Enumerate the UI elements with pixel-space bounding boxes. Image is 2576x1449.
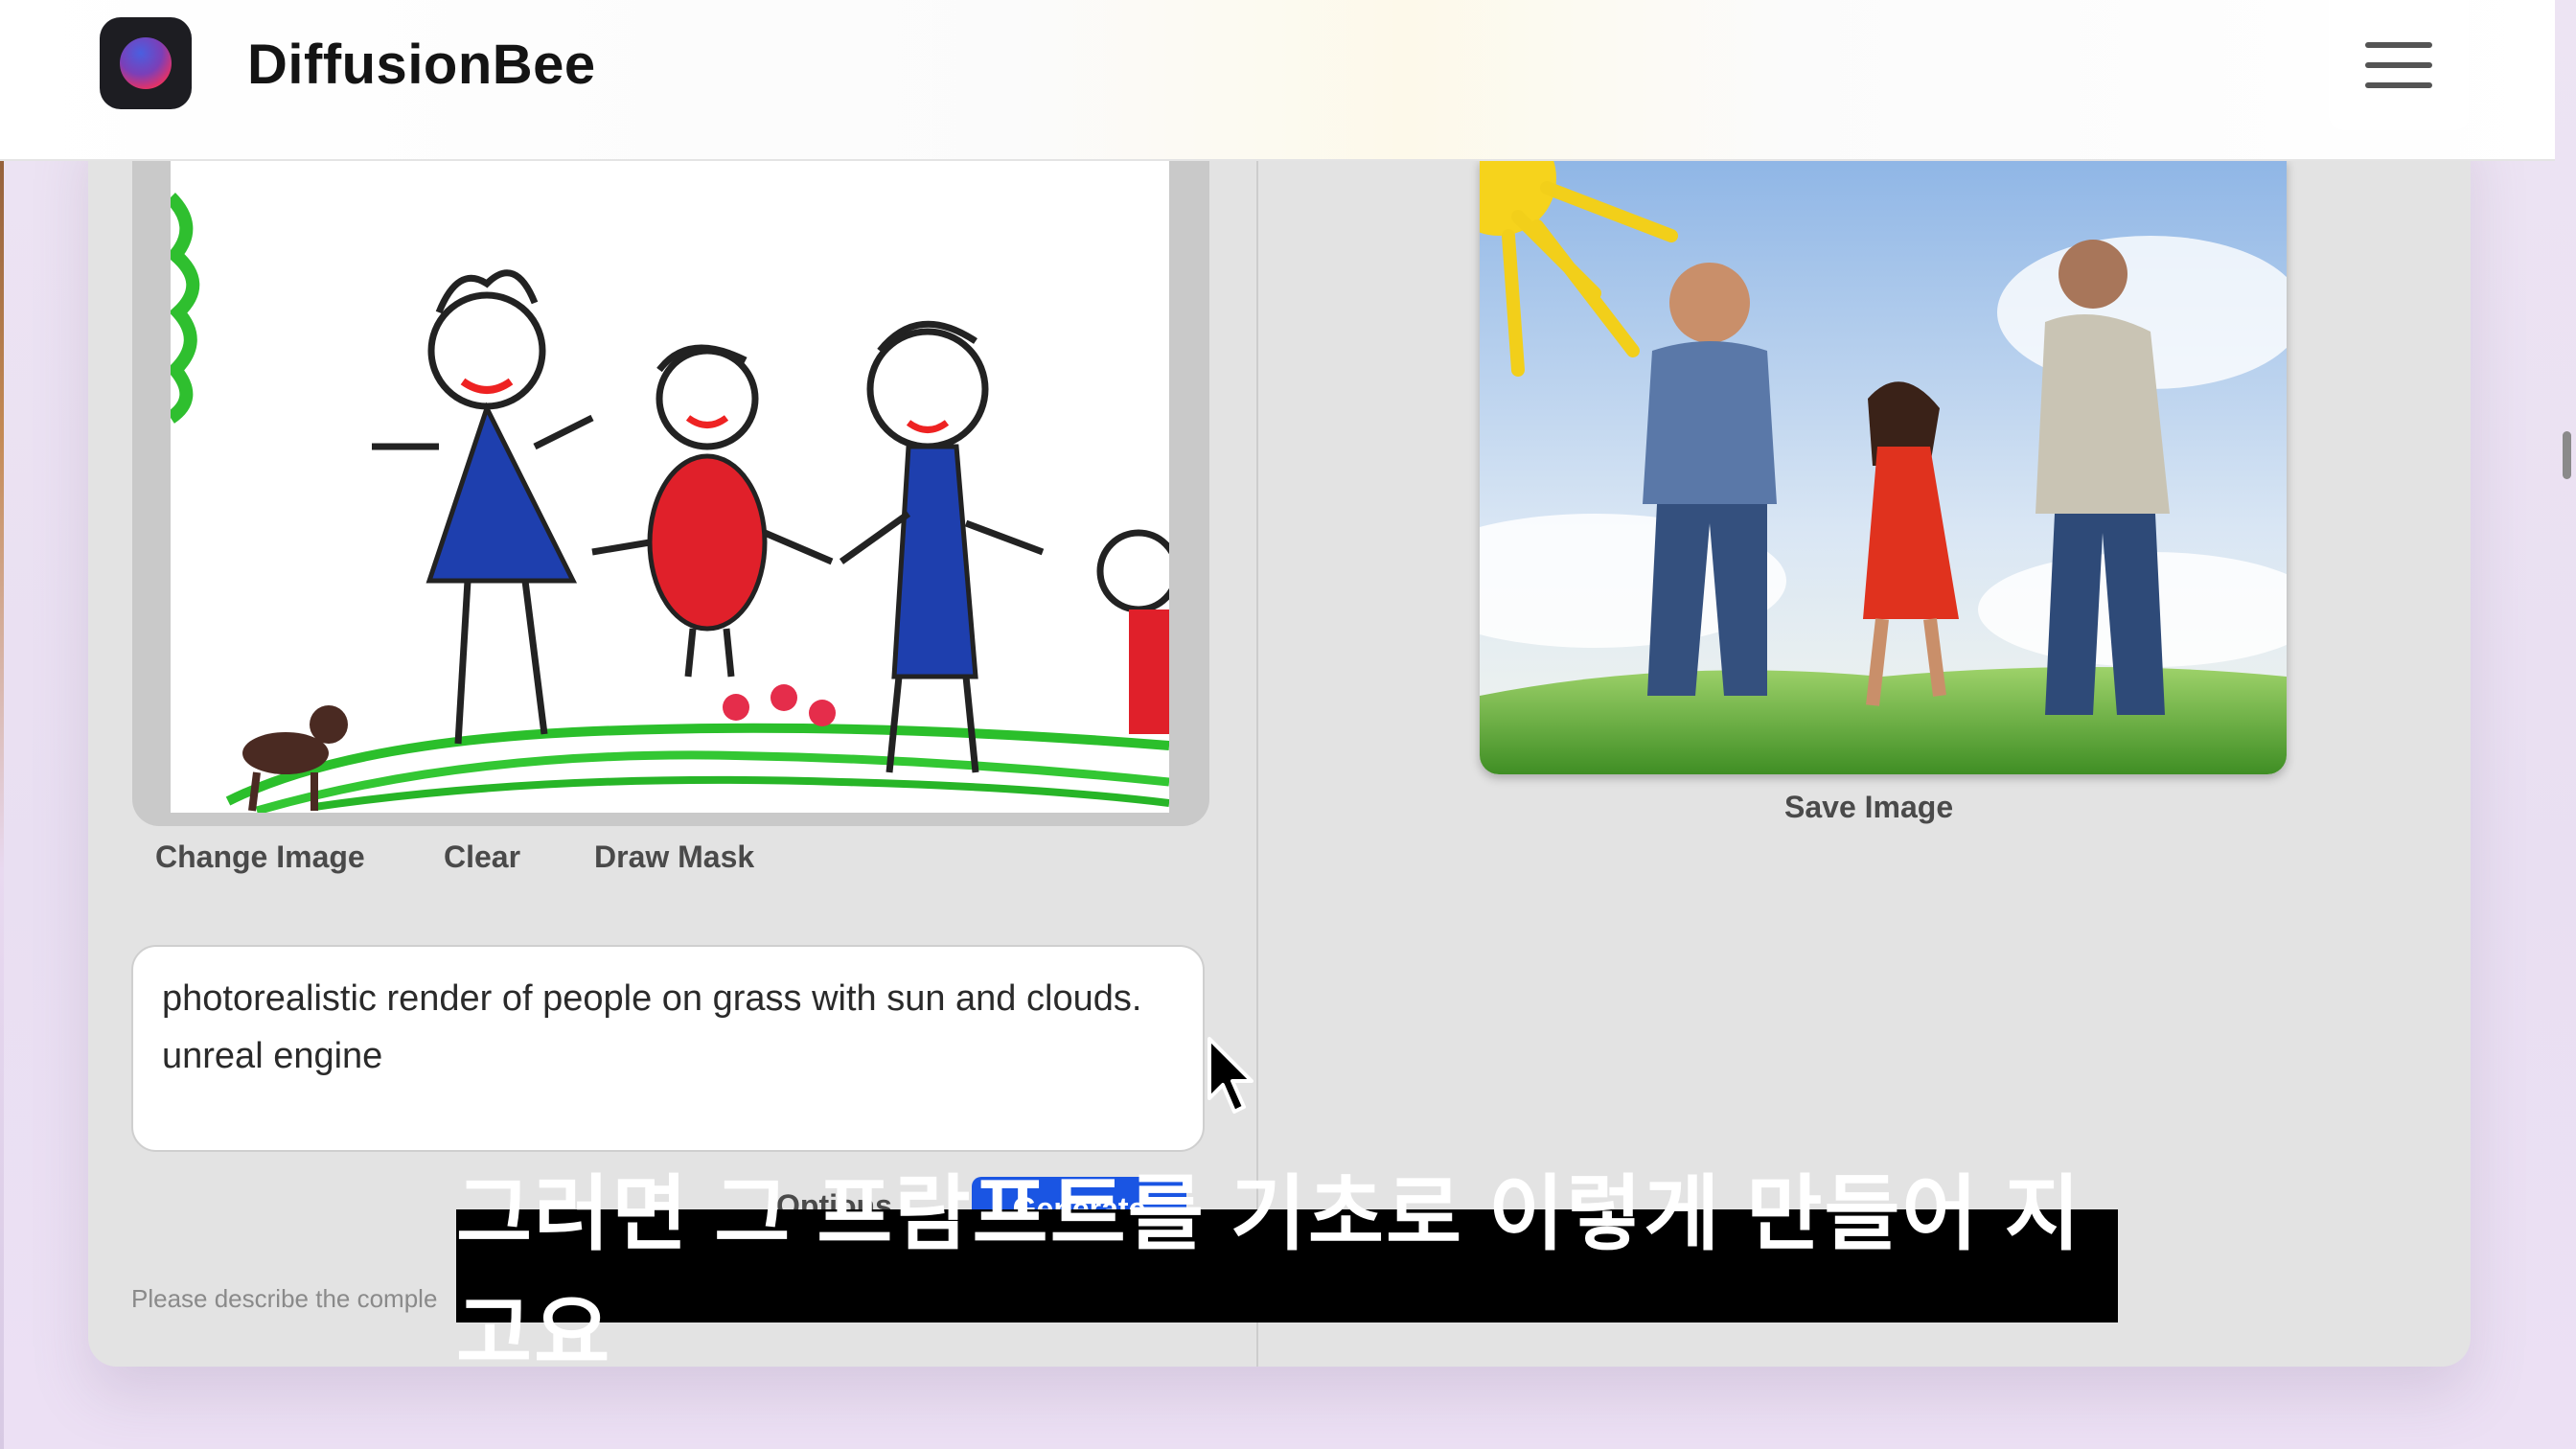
prompt-hint: Please describe the comple [131, 1284, 438, 1313]
output-image[interactable] [1480, 159, 2287, 774]
app-header: DiffusionBee [0, 0, 2555, 161]
generated-photo-image [1480, 159, 2287, 774]
draw-mask-button[interactable]: Draw Mask [594, 840, 754, 875]
mouse-cursor-icon [1208, 1037, 1254, 1114]
hamburger-menu-icon[interactable] [2329, 0, 2469, 130]
input-image[interactable] [171, 159, 1169, 813]
app-title: DiffusionBee [247, 34, 596, 96]
prompt-input[interactable]: photorealistic render of people on grass… [131, 945, 1205, 1152]
clear-button[interactable]: Clear [444, 840, 520, 875]
video-subtitle: 그러면 그 프람프트를 기초로 이렇게 만들어 지고요 [456, 1168, 2118, 1380]
save-image-button[interactable]: Save Image [1784, 790, 1953, 825]
diffusionbee-logo-icon [100, 17, 192, 109]
scrollbar-thumb[interactable] [2563, 431, 2571, 479]
desktop-edge [0, 0, 4, 1449]
change-image-button[interactable]: Change Image [155, 840, 365, 875]
child-drawing-image [171, 159, 1169, 813]
